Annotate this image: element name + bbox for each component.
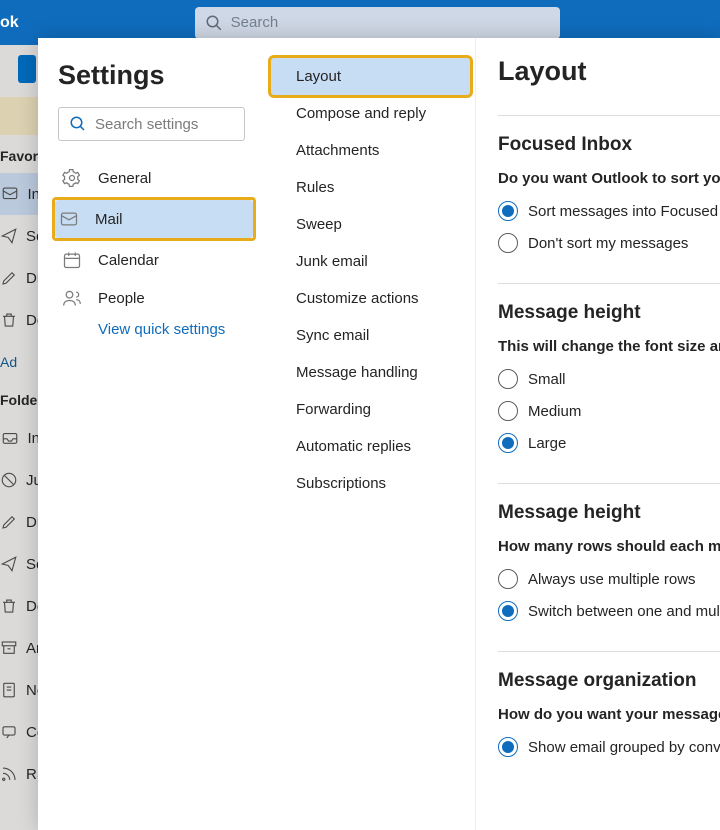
mail-icon bbox=[59, 209, 79, 229]
divider bbox=[498, 651, 720, 652]
settings-categories: Settings Search settings General Mail Ca… bbox=[38, 38, 266, 830]
divider bbox=[498, 115, 720, 116]
section-focused-inbox: Focused Inbox Do you want Outlook to sor… bbox=[498, 134, 720, 253]
divider bbox=[498, 483, 720, 484]
search-icon bbox=[205, 14, 223, 32]
category-label: Mail bbox=[95, 211, 123, 228]
category-mail[interactable]: Mail bbox=[55, 200, 253, 238]
radio-dont-sort[interactable]: Don't sort my messages bbox=[498, 233, 720, 253]
radio-icon bbox=[498, 233, 518, 253]
radio-small[interactable]: Small bbox=[498, 369, 720, 389]
sub-sweep[interactable]: Sweep bbox=[274, 206, 467, 243]
radio-icon bbox=[498, 737, 518, 757]
section-message-height: Message height This will change the font… bbox=[498, 302, 720, 453]
section-desc: How many rows should each mess bbox=[498, 538, 720, 555]
sub-junk[interactable]: Junk email bbox=[274, 243, 467, 280]
section-heading: Message height bbox=[498, 502, 720, 524]
panel-title: Layout bbox=[498, 56, 720, 87]
section-heading: Focused Inbox bbox=[498, 134, 720, 156]
divider bbox=[498, 283, 720, 284]
settings-title: Settings bbox=[58, 60, 256, 91]
category-general[interactable]: General bbox=[58, 159, 256, 197]
calendar-icon bbox=[62, 250, 82, 270]
section-message-rows: Message height How many rows should each… bbox=[498, 502, 720, 621]
category-calendar[interactable]: Calendar bbox=[58, 241, 256, 279]
radio-icon bbox=[498, 433, 518, 453]
category-label: Calendar bbox=[98, 252, 159, 269]
search-placeholder: Search bbox=[231, 14, 279, 31]
radio-always-multi[interactable]: Always use multiple rows bbox=[498, 569, 720, 589]
radio-icon bbox=[498, 601, 518, 621]
sub-sync[interactable]: Sync email bbox=[274, 317, 467, 354]
sub-layout[interactable]: Layout bbox=[271, 58, 470, 95]
sub-handling[interactable]: Message handling bbox=[274, 354, 467, 391]
settings-search[interactable]: Search settings bbox=[58, 107, 245, 141]
radio-medium[interactable]: Medium bbox=[498, 401, 720, 421]
sub-forwarding[interactable]: Forwarding bbox=[274, 391, 467, 428]
section-desc: This will change the font size and bbox=[498, 338, 720, 355]
section-heading: Message height bbox=[498, 302, 720, 324]
sub-attachments[interactable]: Attachments bbox=[274, 132, 467, 169]
radio-sort-focused[interactable]: Sort messages into Focused an bbox=[498, 201, 720, 221]
view-quick-settings-link[interactable]: View quick settings bbox=[58, 321, 256, 338]
section-heading: Message organization bbox=[498, 670, 720, 692]
settings-dialog: Settings Search settings General Mail Ca… bbox=[38, 38, 720, 830]
gear-icon bbox=[62, 168, 82, 188]
section-desc: Do you want Outlook to sort your bbox=[498, 170, 720, 187]
section-desc: How do you want your messages bbox=[498, 706, 720, 723]
layout-panel: Layout Focused Inbox Do you want Outlook… bbox=[476, 38, 720, 830]
category-label: People bbox=[98, 290, 145, 307]
section-message-organization: Message organization How do you want you… bbox=[498, 670, 720, 757]
radio-grouped[interactable]: Show email grouped by conve bbox=[498, 737, 720, 757]
mail-subcategories: Layout Compose and reply Attachments Rul… bbox=[266, 38, 476, 830]
category-label: General bbox=[98, 170, 151, 187]
app-name: ok bbox=[0, 14, 19, 32]
radio-icon bbox=[498, 569, 518, 589]
sub-customize[interactable]: Customize actions bbox=[274, 280, 467, 317]
people-icon bbox=[62, 288, 82, 308]
sub-compose[interactable]: Compose and reply bbox=[274, 95, 467, 132]
radio-large[interactable]: Large bbox=[498, 433, 720, 453]
radio-icon bbox=[498, 401, 518, 421]
global-search[interactable]: Search bbox=[195, 7, 560, 39]
radio-switch-rows[interactable]: Switch between one and multi bbox=[498, 601, 720, 621]
sub-autoreply[interactable]: Automatic replies bbox=[274, 428, 467, 465]
settings-search-placeholder: Search settings bbox=[95, 116, 198, 133]
category-people[interactable]: People bbox=[58, 279, 256, 317]
sub-rules[interactable]: Rules bbox=[274, 169, 467, 206]
sub-subscriptions[interactable]: Subscriptions bbox=[274, 465, 467, 502]
search-icon bbox=[69, 115, 87, 133]
radio-icon bbox=[498, 369, 518, 389]
radio-icon bbox=[498, 201, 518, 221]
